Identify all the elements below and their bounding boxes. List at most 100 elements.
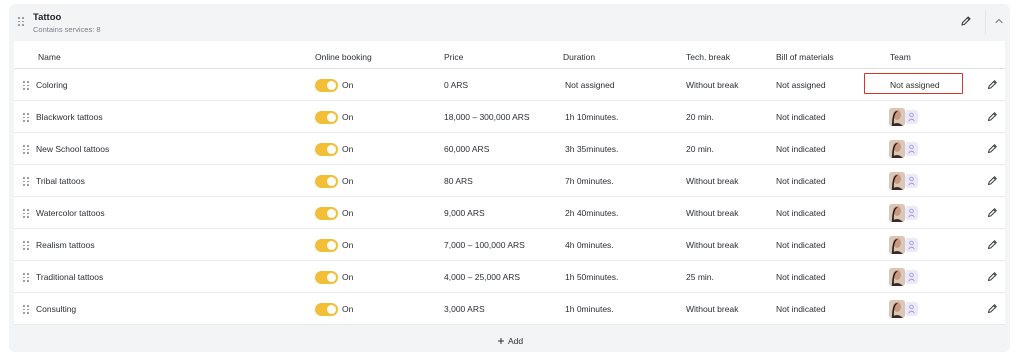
online-booking-label: On	[342, 272, 354, 282]
price-value: 60,000 ARS	[444, 144, 490, 154]
service-name[interactable]: Watercolor tattoos	[36, 208, 105, 218]
pencil-icon[interactable]	[986, 78, 999, 91]
table-row[interactable]: Realism tattoos On 7,000 – 100,000 ARS 4h 0…	[14, 229, 1005, 261]
avatar[interactable]	[889, 204, 905, 222]
person-add-icon[interactable]	[905, 270, 918, 284]
service-name[interactable]: Coloring	[36, 80, 68, 90]
table-row[interactable]: Tribal tattoos On 80 ARS 7h 0minutes. Withou…	[14, 165, 1005, 197]
team-members[interactable]	[889, 236, 919, 254]
duration-value: Not assigned	[565, 80, 615, 90]
online-booking-label: On	[342, 112, 354, 122]
online-booking-toggle[interactable]	[315, 271, 338, 284]
avatar-photo-icon	[889, 204, 905, 222]
chevron-up-icon[interactable]	[991, 13, 1007, 29]
team-members[interactable]	[889, 204, 919, 222]
tech-break-value: 20 min.	[686, 144, 714, 154]
table-row[interactable]: Blackwork tattoos On 18,000 – 300,000 ARS 1…	[14, 101, 1005, 133]
team-members[interactable]	[889, 300, 919, 318]
person-add-icon[interactable]	[905, 142, 918, 156]
group-subtitle: Contains services: 8	[33, 25, 101, 34]
table-row[interactable]: New School tattoos On 60,000 ARS 3h 35minut…	[14, 133, 1005, 165]
person-add-icon[interactable]	[905, 238, 918, 252]
drag-handle-icon[interactable]	[18, 17, 24, 26]
pencil-icon[interactable]	[959, 14, 973, 28]
drag-handle-icon[interactable]	[23, 209, 29, 218]
online-booking-toggle[interactable]	[315, 175, 338, 188]
online-booking-toggle[interactable]	[315, 143, 338, 156]
drag-handle-icon[interactable]	[23, 305, 29, 314]
team-members[interactable]	[889, 140, 919, 158]
bill-of-materials-value: Not indicated	[776, 272, 826, 282]
bill-of-materials-value: Not indicated	[776, 176, 826, 186]
group-header[interactable]: Tattoo Contains services: 8	[9, 4, 1010, 38]
table-row[interactable]: Watercolor tattoos On 9,000 ARS 2h 40minute…	[14, 197, 1005, 229]
team-members[interactable]	[889, 108, 919, 126]
drag-handle-icon[interactable]	[23, 273, 29, 282]
drag-handle-icon[interactable]	[23, 177, 29, 186]
person-add-icon[interactable]	[905, 206, 918, 220]
column-header-tech-break[interactable]: Tech. break	[686, 52, 730, 62]
online-booking-toggle[interactable]	[315, 207, 338, 220]
price-value: 18,000 – 300,000 ARS	[444, 112, 530, 122]
avatar-photo-icon	[889, 268, 905, 286]
service-name[interactable]: Consulting	[36, 304, 76, 314]
avatar[interactable]	[889, 108, 905, 126]
column-header-duration[interactable]: Duration	[563, 52, 595, 62]
online-booking-toggle[interactable]	[315, 111, 338, 124]
column-header-name[interactable]: Name	[38, 52, 61, 62]
add-service-button[interactable]: Add	[497, 335, 523, 347]
team-members[interactable]	[889, 172, 919, 190]
price-value: 0 ARS	[444, 80, 469, 90]
pencil-icon[interactable]	[986, 174, 999, 187]
pencil-icon[interactable]	[986, 206, 999, 219]
avatar[interactable]	[889, 172, 905, 190]
drag-handle-icon[interactable]	[23, 113, 29, 122]
add-label: Add	[508, 336, 524, 346]
drag-handle-icon[interactable]	[23, 81, 29, 90]
pencil-icon[interactable]	[986, 110, 999, 123]
service-name[interactable]: Blackwork tattoos	[36, 112, 103, 122]
online-booking-label: On	[342, 176, 354, 186]
column-header-price[interactable]: Price	[444, 52, 463, 62]
drag-handle-icon[interactable]	[23, 241, 29, 250]
table-row[interactable]: Consulting On 3,000 ARS 1h 0minutes. Without…	[14, 293, 1005, 325]
person-add-icon[interactable]	[905, 174, 918, 188]
avatar-photo-icon	[889, 172, 905, 190]
avatar[interactable]	[889, 300, 905, 318]
duration-value: 1h 10minutes.	[565, 112, 619, 122]
table-row[interactable]: Coloring On 0 ARS Not assigned Without break…	[14, 69, 1005, 101]
team-members[interactable]	[889, 268, 919, 286]
avatar[interactable]	[889, 236, 905, 254]
avatar[interactable]	[889, 268, 905, 286]
service-name[interactable]: Tribal tattoos	[36, 176, 85, 186]
service-name[interactable]: Traditional tattoos	[36, 272, 103, 282]
tech-break-value: 25 min.	[686, 272, 714, 282]
online-booking-toggle[interactable]	[315, 79, 338, 92]
online-booking-toggle[interactable]	[315, 303, 338, 316]
column-header-bill-of-materials[interactable]: Bill of materials	[776, 52, 834, 62]
table-header: Name Online booking Price Duration Tech.…	[14, 41, 1005, 69]
pencil-icon[interactable]	[986, 302, 999, 315]
avatar[interactable]	[889, 140, 905, 158]
table-row[interactable]: Traditional tattoos On 4,000 – 25,000 ARS 1…	[14, 261, 1005, 293]
duration-value: 1h 50minutes.	[565, 272, 619, 282]
bill-of-materials-value: Not indicated	[776, 240, 826, 250]
drag-handle-icon[interactable]	[23, 145, 29, 154]
pencil-icon[interactable]	[986, 142, 999, 155]
online-booking-toggle[interactable]	[315, 239, 338, 252]
avatar-photo-icon	[889, 300, 905, 318]
online-booking-label: On	[342, 144, 354, 154]
person-add-icon[interactable]	[905, 110, 918, 124]
bill-of-materials-value: Not indicated	[776, 304, 826, 314]
price-value: 3,000 ARS	[444, 304, 485, 314]
column-header-online-booking[interactable]: Online booking	[315, 52, 372, 62]
tech-break-value: Without break	[686, 240, 739, 250]
person-add-icon[interactable]	[905, 302, 918, 316]
plus-icon	[498, 338, 504, 344]
pencil-icon[interactable]	[986, 238, 999, 251]
service-name[interactable]: Realism tattoos	[36, 240, 95, 250]
service-name[interactable]: New School tattoos	[36, 144, 109, 154]
online-booking-label: On	[342, 208, 354, 218]
column-header-team[interactable]: Team	[890, 52, 911, 62]
pencil-icon[interactable]	[986, 270, 999, 283]
